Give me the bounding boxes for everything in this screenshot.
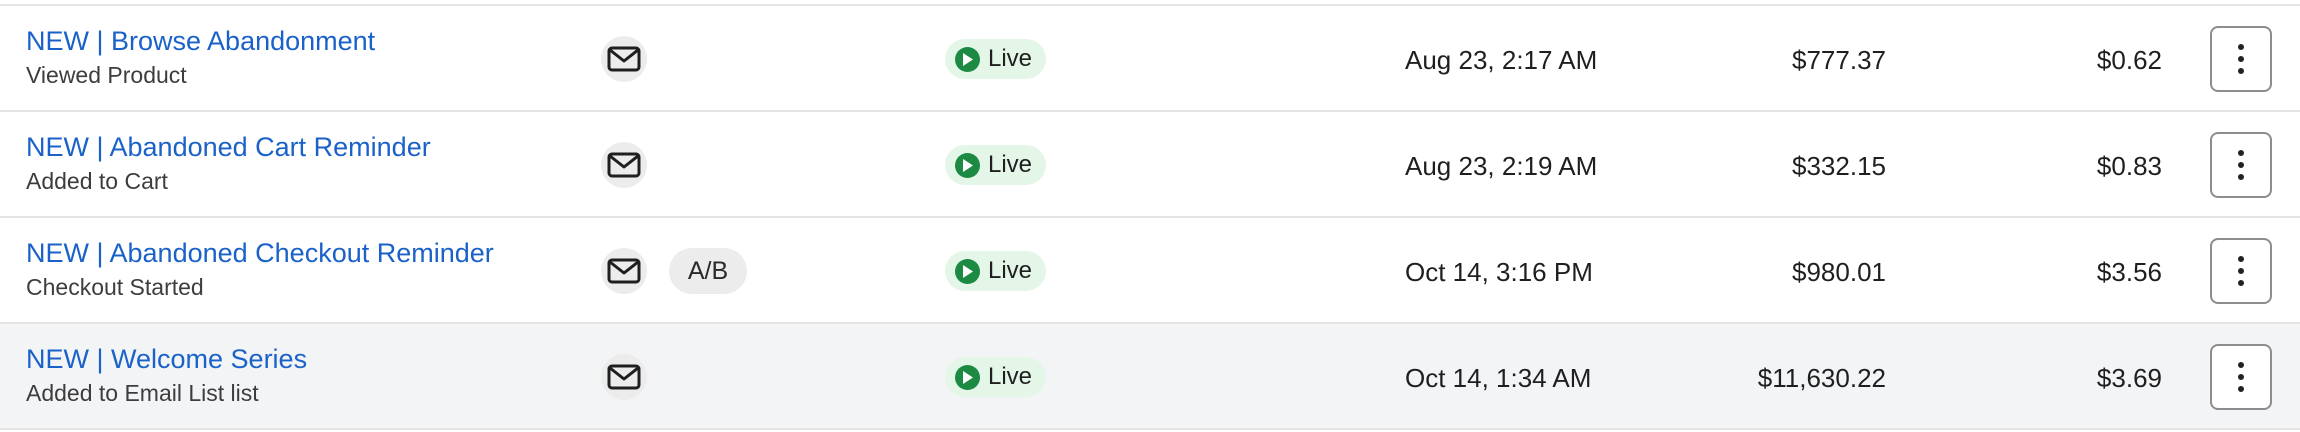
flows-table: NEW | Browse Abandonment Viewed Product … xyxy=(0,0,2300,432)
status-label: Live xyxy=(988,363,1033,390)
kebab-icon xyxy=(2238,362,2244,368)
last-updated-date: Oct 14, 3:16 PM xyxy=(1405,257,1593,287)
revenue-value: $332.15 xyxy=(1792,151,1886,181)
flow-name-cell: NEW | Welcome Series Added to Email List… xyxy=(26,342,307,408)
kebab-icon-dot xyxy=(2238,68,2244,74)
status-label: Live xyxy=(988,45,1033,72)
kebab-icon-dot xyxy=(2238,174,2244,180)
flow-name-cell: NEW | Abandoned Cart Reminder Added to C… xyxy=(26,130,431,196)
flow-name-link[interactable]: NEW | Abandoned Checkout Reminder xyxy=(26,236,494,270)
revenue-value: $777.37 xyxy=(1792,45,1886,75)
more-actions-button[interactable] xyxy=(2210,26,2272,92)
email-icon xyxy=(601,142,647,188)
last-updated-date: Aug 23, 2:17 AM xyxy=(1405,45,1598,75)
play-icon xyxy=(955,364,980,390)
play-icon xyxy=(955,152,980,178)
flow-name-cell: NEW | Abandoned Checkout Reminder Checko… xyxy=(26,236,494,302)
flow-trigger: Added to Email List list xyxy=(26,380,259,406)
last-updated-date: Oct 14, 1:34 AM xyxy=(1405,363,1592,393)
more-actions-button[interactable] xyxy=(2210,344,2272,410)
last-updated-date: Aug 23, 2:19 AM xyxy=(1405,151,1598,181)
table-row: NEW | Welcome Series Added to Email List… xyxy=(0,324,2300,430)
flow-name-link[interactable]: NEW | Abandoned Cart Reminder xyxy=(26,130,431,164)
status-badge: Live xyxy=(945,39,1047,79)
flow-trigger: Added to Cart xyxy=(26,168,168,194)
more-actions-button[interactable] xyxy=(2210,132,2272,198)
status-label: Live xyxy=(988,257,1033,284)
status-badge: Live xyxy=(945,145,1047,185)
table-row: NEW | Abandoned Checkout Reminder Checko… xyxy=(0,218,2300,324)
flow-name-link[interactable]: NEW | Welcome Series xyxy=(26,342,307,376)
table-row: NEW | Abandoned Cart Reminder Added to C… xyxy=(0,112,2300,218)
kebab-icon xyxy=(2238,44,2244,50)
revenue-per-recipient-value: $3.56 xyxy=(2096,257,2162,287)
status-label: Live xyxy=(988,151,1033,178)
flow-name-cell: NEW | Browse Abandonment Viewed Product xyxy=(26,24,375,90)
email-icon xyxy=(601,36,647,82)
more-actions-button[interactable] xyxy=(2210,238,2272,304)
flow-trigger: Viewed Product xyxy=(26,62,187,88)
kebab-icon-dot xyxy=(2238,56,2244,62)
kebab-icon-dot xyxy=(2238,268,2244,274)
kebab-icon xyxy=(2238,256,2244,262)
kebab-icon-dot xyxy=(2238,386,2244,392)
flow-trigger: Checkout Started xyxy=(26,274,204,300)
revenue-per-recipient-value: $3.69 xyxy=(2096,363,2162,393)
play-icon xyxy=(955,46,980,72)
revenue-per-recipient-value: $0.62 xyxy=(2096,45,2162,75)
status-badge: Live xyxy=(945,357,1047,397)
revenue-value: $11,630.22 xyxy=(1757,363,1886,393)
table-row: NEW | Browse Abandonment Viewed Product … xyxy=(0,6,2300,112)
kebab-icon-dot xyxy=(2238,162,2244,168)
status-badge: Live xyxy=(945,251,1047,291)
play-icon xyxy=(955,258,980,284)
email-icon xyxy=(601,248,647,294)
revenue-value: $980.01 xyxy=(1792,257,1886,287)
revenue-per-recipient-value: $0.83 xyxy=(2096,151,2162,181)
kebab-icon-dot xyxy=(2238,374,2244,380)
kebab-icon xyxy=(2238,150,2244,156)
kebab-icon-dot xyxy=(2238,280,2244,286)
ab-test-badge: A/B xyxy=(669,248,747,294)
email-icon xyxy=(601,354,647,400)
flow-name-link[interactable]: NEW | Browse Abandonment xyxy=(26,24,375,58)
